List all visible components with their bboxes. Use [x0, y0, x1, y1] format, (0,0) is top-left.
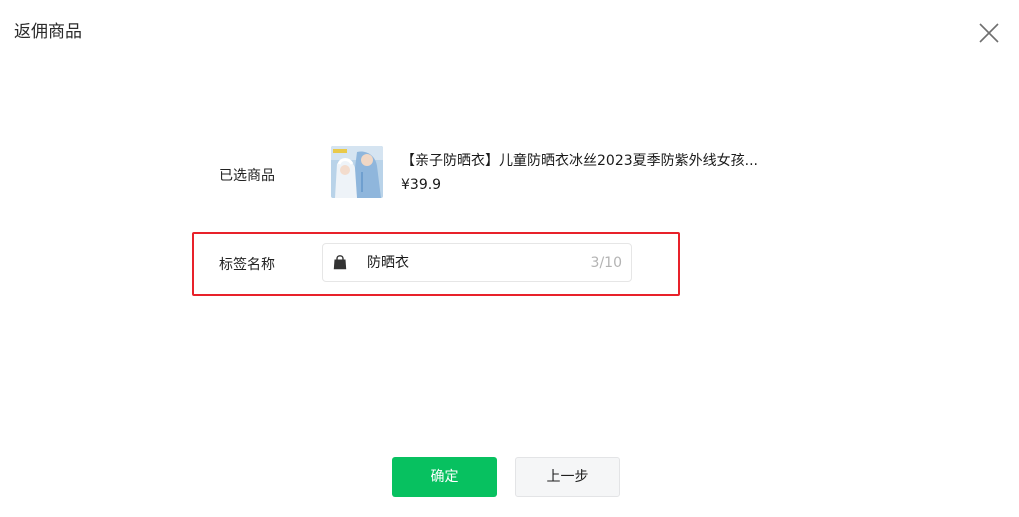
close-icon [979, 23, 999, 43]
char-counter: 3/10 [590, 255, 622, 271]
product-name: 【亲子防晒衣】儿童防晒衣冰丝2023夏季防紫外线女孩... [401, 153, 758, 169]
close-button[interactable] [976, 20, 1002, 46]
tag-input-value: 防晒衣 [367, 255, 409, 271]
tag-name-label: 标签名称 [219, 257, 275, 273]
product-price: ¥39.9 [401, 177, 442, 193]
tag-name-input[interactable]: 防晒衣 3/10 [322, 243, 632, 282]
confirm-button[interactable]: 确定 [392, 457, 497, 497]
dialog-title: 返佣商品 [14, 22, 82, 42]
shopping-bag-icon [333, 255, 347, 270]
previous-step-button[interactable]: 上一步 [515, 457, 620, 497]
selected-product-label: 已选商品 [219, 168, 275, 184]
product-thumbnail [331, 146, 383, 198]
